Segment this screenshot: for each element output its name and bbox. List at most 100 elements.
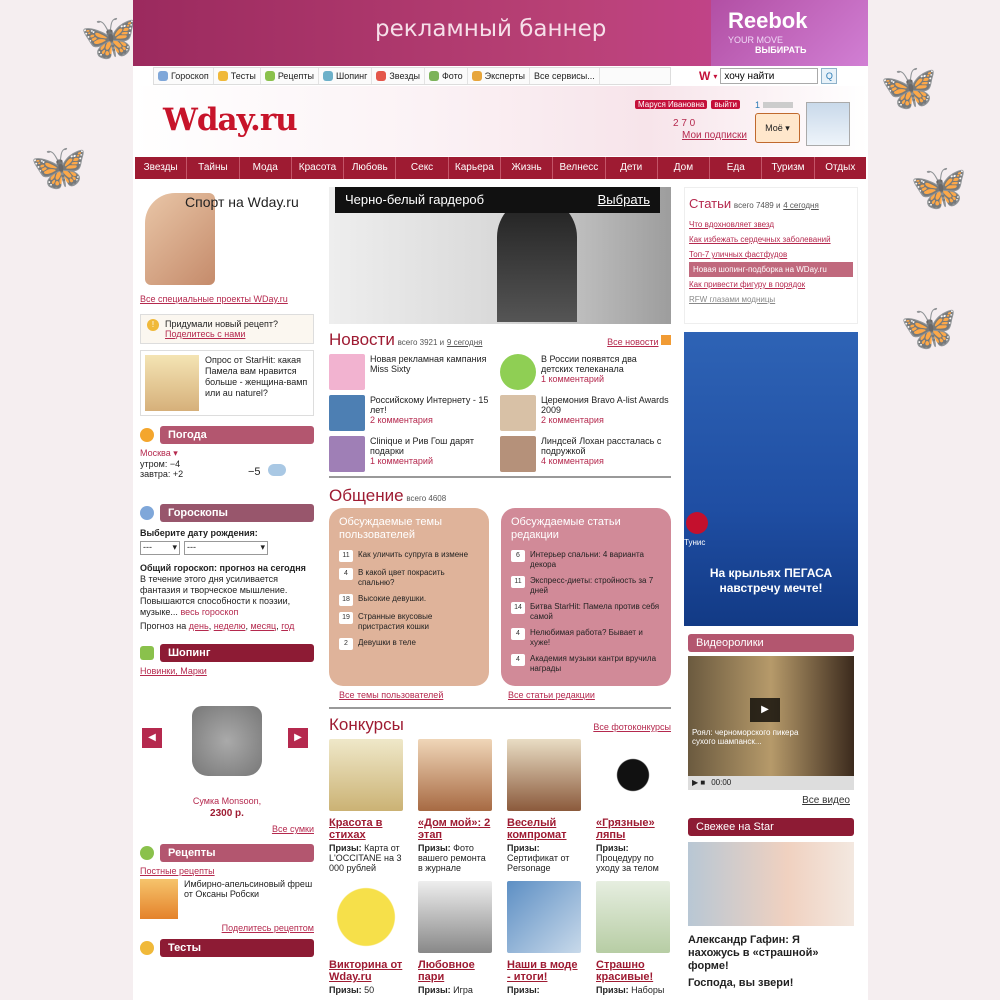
all-editor-articles-link[interactable]: Все статьи редакции [508, 690, 595, 700]
nav-item[interactable]: Карьера [449, 157, 501, 179]
lenten-recipes-link[interactable]: Постные рецепты [140, 866, 314, 876]
contest-item[interactable]: Красота в стихах Призы: Карта от L'OCCITA… [329, 739, 403, 873]
subscriptions-link[interactable]: Мои подписки [682, 130, 747, 141]
contest-item[interactable]: «Грязные» ляпы Призы: Процедуру по уходу … [596, 739, 670, 873]
all-photo-contests-link[interactable]: Все фотоконкурсы [593, 722, 671, 732]
poll-box[interactable]: Опрос от StarHit: какая Памела вам нрави… [140, 350, 314, 416]
video-player[interactable]: ▶ Роял: черноморского пикера сухого шамп… [688, 656, 854, 790]
fresh-more[interactable]: Господа, вы звери! [688, 977, 854, 989]
carousel-next-arrow[interactable]: ▶ [288, 728, 308, 748]
nav-item[interactable]: Велнесс [553, 157, 606, 179]
forecast-day-link[interactable]: день [189, 621, 209, 631]
contest-item[interactable]: Веселый компромат Призы: Сертификат от Pe… [507, 739, 581, 873]
service-horoscope[interactable]: Гороскоп [154, 68, 214, 84]
nav-item[interactable]: Еда [710, 157, 763, 179]
carousel-prev-arrow[interactable]: ◀ [142, 728, 162, 748]
hero-block[interactable]: Черно-белый гардероб Выбрать [329, 187, 671, 324]
video-controls[interactable]: ▶ ■ 00:00 [688, 776, 854, 790]
service-recipes[interactable]: Рецепты [261, 68, 319, 84]
all-news-link[interactable]: Все новости [607, 337, 658, 347]
nav-item[interactable]: Дети [606, 157, 658, 179]
service-stars[interactable]: Звезды [372, 68, 425, 84]
product-name[interactable]: Сумка Monsoon, [140, 796, 314, 806]
promo-block[interactable]: Спорт на Wday.ru [140, 187, 314, 289]
service-shopping[interactable]: Шопинг [319, 68, 373, 84]
contest-item[interactable]: Страшно красивые! Призы: Наборы [596, 881, 670, 995]
news-item[interactable]: Линдсей Лохан рассталась с подружкой 4 ко… [500, 436, 671, 472]
nav-item[interactable]: Секс [396, 157, 449, 179]
share-recipe-link[interactable]: Поделитесь с нами [165, 329, 245, 339]
article-link-active[interactable]: Новая шопинг-подборка на WDay.ru [689, 262, 853, 277]
news-item[interactable]: Новая рекламная кампания Miss Sixty [329, 354, 500, 390]
news-today-link[interactable]: 9 сегодня [447, 338, 483, 347]
service-tests[interactable]: Тесты [214, 68, 261, 84]
service-all[interactable]: Все сервисы... [530, 68, 600, 84]
user-name[interactable]: Маруся Ивановна [635, 100, 708, 109]
month-select[interactable]: --- ▾ [184, 541, 268, 555]
site-logo[interactable]: Wday.ru [163, 102, 298, 138]
article-link[interactable]: Как избежать сердечных заболеваний [689, 232, 853, 247]
article-link[interactable]: Как привести фигуру в порядок [689, 277, 853, 292]
search-button[interactable]: Q [821, 68, 838, 84]
avatar[interactable] [806, 102, 850, 146]
nav-item[interactable]: Отдых [815, 157, 866, 179]
moe-button[interactable]: Моё ▾ [755, 113, 800, 143]
shopping-links[interactable]: Новинки, Марки [140, 666, 314, 676]
topic-item[interactable]: 11 Как уличить супруга в измене [339, 550, 479, 562]
hero-action-link[interactable]: Выбрать [598, 187, 650, 213]
contest-item[interactable]: Наши в моде - итоги! Призы: [507, 881, 581, 995]
ad-cta[interactable]: ВЫБИРАТЬ [755, 45, 806, 55]
service-photo[interactable]: Фото [425, 68, 468, 84]
notification-counters[interactable]: 2 7 0 [673, 118, 695, 129]
news-item[interactable]: В России появятся два детских телеканала… [500, 354, 671, 390]
product-image[interactable] [192, 706, 262, 776]
logout-link[interactable]: выйти [711, 100, 740, 109]
article-item[interactable]: 11 Экспресс-диеты: стройность за 7 дней [511, 576, 661, 596]
play-icon[interactable]: ▶ [750, 698, 780, 722]
city-select[interactable]: Москва ▾ [140, 448, 314, 459]
article-link[interactable]: Топ-7 уличных фастфудов [689, 247, 853, 262]
share-recipe-link[interactable]: Поделитесь рецептом [222, 923, 314, 933]
search-input[interactable] [720, 68, 819, 84]
fresh-image[interactable] [688, 842, 854, 926]
play-control-icon[interactable]: ▶ ■ [692, 776, 705, 790]
nav-item[interactable]: Туризм [762, 157, 815, 179]
forecast-week-link[interactable]: неделю [214, 621, 246, 631]
forecast-month-link[interactable]: месяц [250, 621, 276, 631]
articles-today-link[interactable]: 4 сегодня [783, 201, 819, 210]
nav-item[interactable]: Любовь [344, 157, 397, 179]
topic-item[interactable]: 19 Странные вкусовые пристрастия кошки [339, 612, 479, 632]
all-videos-link[interactable]: Все видео [802, 795, 850, 806]
special-projects-link[interactable]: Все специальные проекты WDay.ru [140, 294, 288, 304]
nav-item[interactable]: Звезды [135, 157, 188, 179]
article-link[interactable]: Что вдохновляет звезд [689, 217, 853, 232]
fresh-text[interactable]: Александр Гафин: Я нахожусь в «страшной»… [688, 934, 854, 973]
article-link[interactable]: RFW глазами модницы [689, 292, 853, 307]
reebok-ad[interactable]: Reebok YOUR MOVE ВЫБИРАТЬ [711, 0, 868, 66]
nav-item[interactable]: Дом [658, 157, 711, 179]
article-item[interactable]: 4 Нелюбимая работа? Бывает и хуже! [511, 628, 661, 648]
nav-item[interactable]: Красота [292, 157, 345, 179]
article-item[interactable]: 4 Академия музыки кантри вручила награды [511, 654, 661, 674]
pegas-ad[interactable]: Тунис На крыльях ПЕГАСА навстречу мечте! [684, 332, 858, 626]
forecast-year-link[interactable]: год [281, 621, 294, 631]
ad-banner[interactable]: рекламный баннер Reebok YOUR MOVE ВЫБИРА… [133, 0, 868, 66]
rss-icon[interactable] [661, 335, 671, 345]
news-item[interactable]: Clinique и Рив Гош дарят подарки 1 коммен… [329, 436, 500, 472]
day-select[interactable]: --- ▾ [140, 541, 180, 555]
nav-item[interactable]: Жизнь [501, 157, 554, 179]
topic-item[interactable]: 4В какой цвет покрасить спальню? [339, 568, 479, 588]
full-horoscope-link[interactable]: весь гороскоп [180, 607, 238, 617]
contest-item[interactable]: «Дом мой»: 2 этап Призы: Фото вашего ремо… [418, 739, 492, 873]
article-item[interactable]: 14 Битва StarHit: Памела против себя само… [511, 602, 661, 622]
all-user-topics-link[interactable]: Все темы пользователей [339, 690, 443, 700]
contest-item[interactable]: Викторина от Wday.ru Призы: 50 [329, 881, 403, 995]
all-bags-link[interactable]: Все сумки [272, 824, 314, 834]
contest-item[interactable]: Любовное пари Призы: Игра [418, 881, 492, 995]
article-item[interactable]: 6 Интерьер спальни: 4 варианта декора [511, 550, 661, 570]
chevron-down-icon[interactable]: ▾ [713, 72, 717, 81]
topic-item[interactable]: 18 Высокие девушки. [339, 594, 479, 606]
recipe-item[interactable]: Имбирно-апельсиновый фреш от Оксаны Робс… [140, 879, 314, 919]
nav-item[interactable]: Тайны [187, 157, 240, 179]
topic-item[interactable]: 2 Девушки в теле [339, 638, 479, 650]
